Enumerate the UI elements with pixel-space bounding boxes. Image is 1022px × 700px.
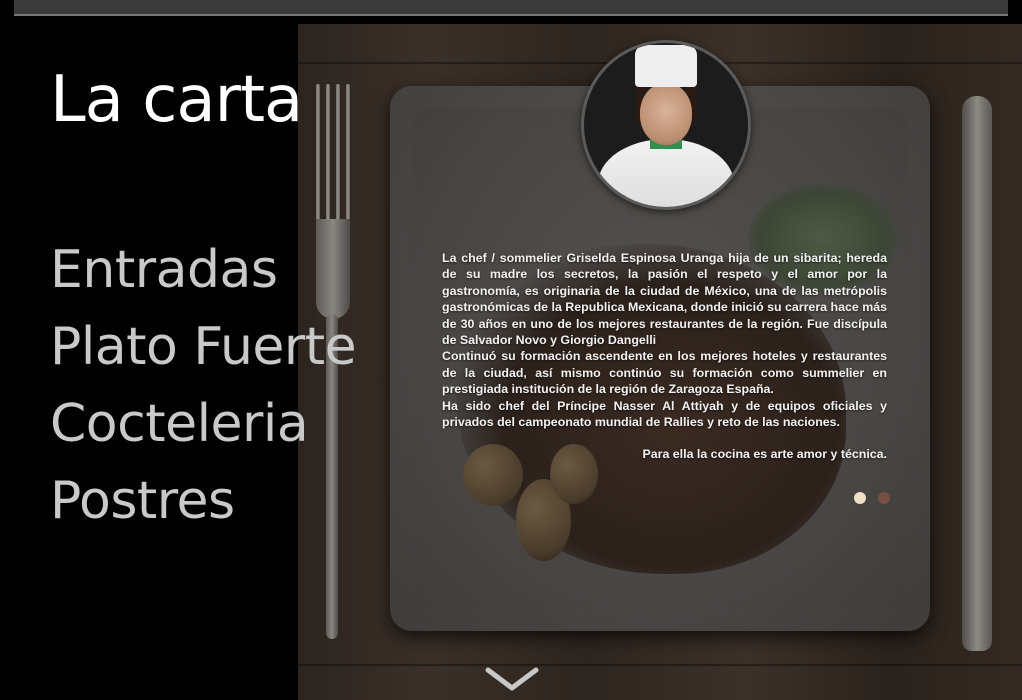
wood-plank-line (298, 664, 1022, 666)
top-bar (0, 0, 1022, 24)
slider-pagination (854, 489, 897, 508)
top-bar-strip (14, 0, 1008, 16)
chef-bio-paragraph: La chef / sommelier Griselda Espinosa Ur… (442, 251, 887, 348)
menu-item-cocteleria[interactable]: Cocteleria (50, 386, 356, 463)
menu-nav: Entradas Plato Fuerte Cocteleria Postres (50, 232, 357, 540)
menu-item-entradas[interactable]: Entradas (50, 232, 356, 309)
knife-image (962, 96, 992, 651)
hero-background-image: La chef / sommelier Griselda Espinosa Ur… (298, 24, 1022, 700)
chef-bio: La chef / sommelier Griselda Espinosa Ur… (442, 250, 887, 463)
chef-bio-closing: Para ella la cocina es arte amor y técni… (642, 447, 887, 462)
menu-item-postres[interactable]: Postres (50, 463, 356, 540)
slider-dot[interactable] (878, 492, 891, 504)
chef-portrait (581, 40, 751, 210)
page-title: La carta (50, 63, 303, 137)
scroll-down-button[interactable] (484, 664, 540, 694)
chevron-down-icon (485, 667, 539, 691)
chef-bio-paragraph: Ha sido chef del Príncipe Nasser Al Atti… (442, 398, 887, 430)
slider-dot-active[interactable] (854, 492, 866, 504)
chef-bio-paragraph: Continuó su formación ascendente en los … (442, 349, 887, 397)
menu-item-plato-fuerte[interactable]: Plato Fuerte (50, 309, 357, 386)
